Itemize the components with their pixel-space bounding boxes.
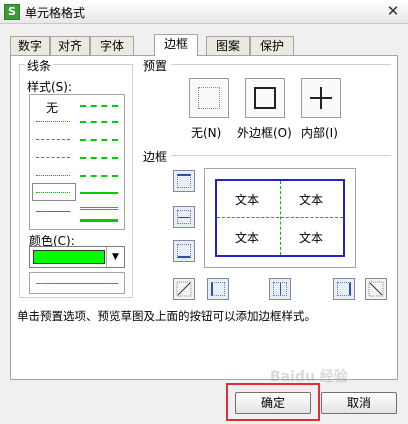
border-preview-area[interactable]: 文本 文本 文本 文本 bbox=[204, 168, 356, 268]
line-style-none[interactable]: 无 bbox=[46, 99, 58, 116]
preset-outline-icon bbox=[254, 87, 276, 109]
line-style-thin[interactable] bbox=[36, 211, 70, 212]
border-middle-vertical-button[interactable] bbox=[269, 278, 291, 300]
preset-inside-label: 内部(I) bbox=[301, 126, 338, 140]
border-diagonal-down-button[interactable] bbox=[365, 278, 387, 300]
instruction-text: 单击预置选项、预览草图及上面的按钮可以添加边框样式。 bbox=[17, 309, 316, 323]
line-style-medium-dash-3[interactable] bbox=[80, 139, 118, 141]
tab-alignment[interactable]: 对齐 bbox=[50, 36, 90, 55]
tab-border[interactable]: 边框 bbox=[154, 34, 198, 56]
line-style-list[interactable]: 无 bbox=[29, 94, 125, 230]
preview-table[interactable]: 文本 文本 文本 文本 bbox=[215, 179, 345, 257]
color-swatch bbox=[33, 250, 105, 264]
border-tab-panel: 线条 样式(S): 无 颜色(C): ▼ 预置 无(N) 外边框(O) 内部(I… bbox=[10, 55, 398, 380]
border-top-button[interactable] bbox=[173, 170, 195, 192]
border-separator bbox=[171, 155, 391, 156]
line-style-hair[interactable] bbox=[36, 192, 70, 193]
tab-protection[interactable]: 保护 bbox=[250, 36, 294, 55]
border-right-button[interactable] bbox=[333, 278, 355, 300]
preset-none-button[interactable] bbox=[189, 78, 229, 118]
line-style-double[interactable] bbox=[80, 207, 118, 210]
tab-number[interactable]: 数字 bbox=[10, 36, 50, 55]
preset-outline-button[interactable] bbox=[245, 78, 285, 118]
preview-cell-3: 文本 bbox=[235, 231, 260, 245]
preset-inside-button[interactable] bbox=[301, 78, 341, 118]
preset-outline-label: 外边框(O) bbox=[237, 126, 292, 140]
line-style-dashed[interactable] bbox=[36, 139, 70, 140]
cancel-button[interactable]: 取消 bbox=[321, 392, 397, 414]
watermark: Baidu 经验 bbox=[270, 369, 348, 385]
line-preview-box bbox=[29, 272, 125, 294]
preview-cell-2: 文本 bbox=[299, 193, 324, 207]
border-bottom-button[interactable] bbox=[173, 240, 195, 262]
presets-title: 预置 bbox=[141, 57, 170, 74]
tab-pattern[interactable]: 图案 bbox=[206, 36, 250, 55]
border-middle-horizontal-button[interactable] bbox=[173, 206, 195, 228]
preview-horizontal-divider bbox=[217, 217, 343, 218]
color-dropdown[interactable]: ▼ bbox=[29, 246, 125, 268]
line-style-medium-dash-5[interactable] bbox=[80, 175, 118, 177]
ok-button-highlight bbox=[226, 383, 320, 421]
preview-vertical-divider bbox=[280, 181, 281, 255]
style-label: 样式(S): bbox=[25, 78, 75, 95]
border-title: 边框 bbox=[141, 148, 170, 165]
presets-separator bbox=[171, 64, 391, 65]
line-group-title: 线条 bbox=[25, 57, 54, 74]
border-left-button[interactable] bbox=[207, 278, 229, 300]
preset-none-icon bbox=[198, 87, 220, 109]
line-style-thick[interactable] bbox=[80, 219, 118, 222]
line-style-dash-dot-dot[interactable] bbox=[36, 175, 70, 176]
close-icon[interactable]: ✕ bbox=[384, 3, 402, 21]
window-title: 单元格格式 bbox=[25, 6, 86, 20]
line-preview bbox=[36, 283, 118, 284]
preview-cell-1: 文本 bbox=[235, 193, 260, 207]
line-style-medium-dash-4[interactable] bbox=[80, 157, 118, 159]
line-style-dotted[interactable] bbox=[36, 121, 70, 122]
border-diagonal-up-button[interactable] bbox=[173, 278, 195, 300]
preset-inside-icon bbox=[310, 87, 332, 109]
line-style-medium[interactable] bbox=[80, 192, 118, 194]
dropdown-arrow-icon[interactable]: ▼ bbox=[106, 247, 124, 267]
preset-none-label: 无(N) bbox=[191, 126, 222, 140]
preview-cell-4: 文本 bbox=[299, 231, 324, 245]
line-style-dash-dot[interactable] bbox=[36, 157, 70, 158]
line-style-medium-dash-2[interactable] bbox=[80, 121, 118, 123]
line-style-medium-dash-1[interactable] bbox=[80, 105, 118, 107]
title-bar: S 单元格格式 ✕ bbox=[0, 0, 408, 24]
tab-font[interactable]: 字体 bbox=[90, 36, 134, 55]
app-icon: S bbox=[4, 4, 20, 20]
